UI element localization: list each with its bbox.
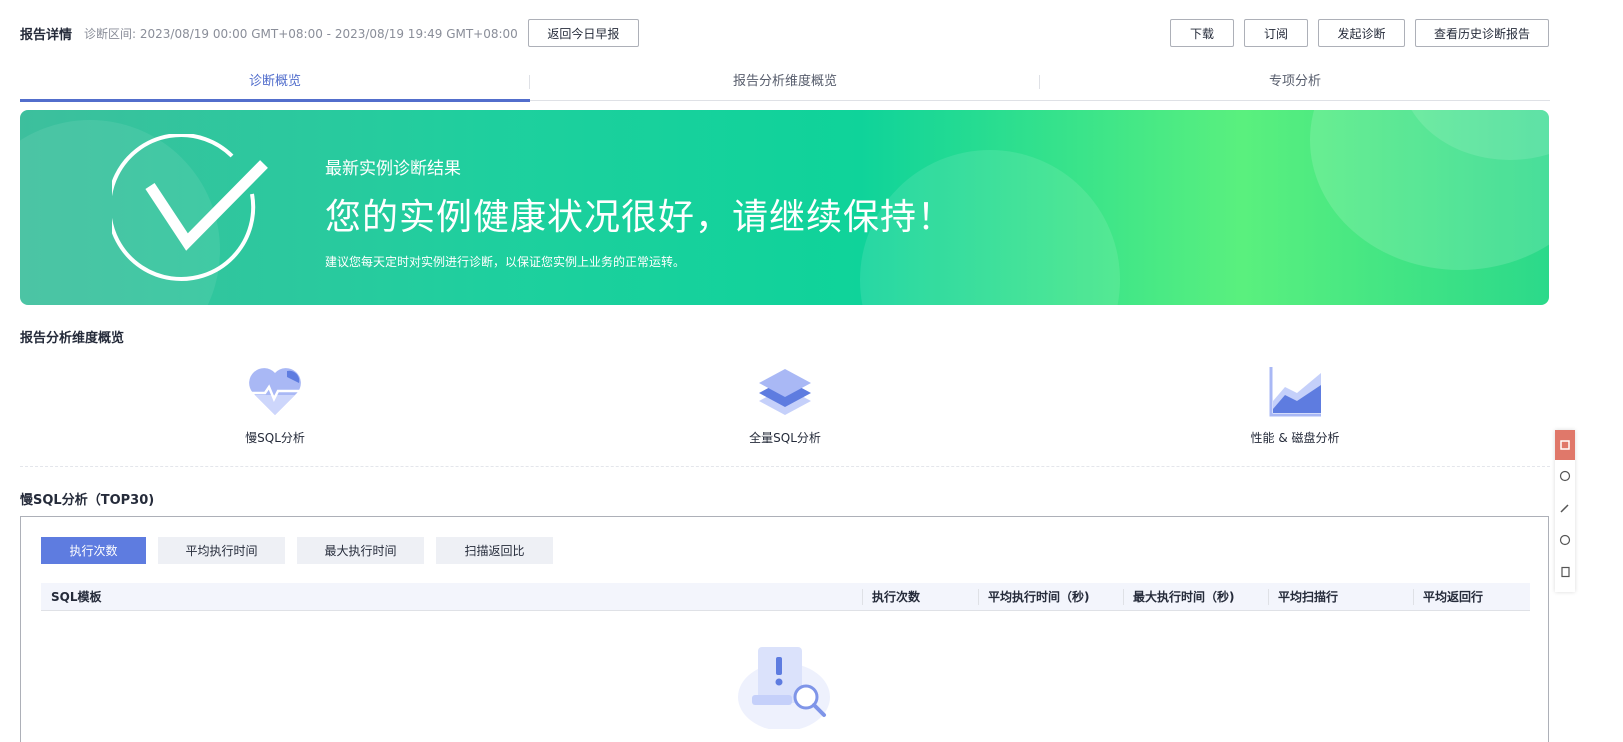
tab-label: 专项分析 xyxy=(1268,74,1321,89)
report-tabs: 诊断概览 报告分析维度概览 专项分析 xyxy=(20,64,1550,102)
empty-data-icon xyxy=(738,647,830,729)
layers-icon xyxy=(759,369,811,415)
segment-scan-return-ratio[interactable]: 扫描返回比 xyxy=(436,537,553,564)
column-avg-return-rows[interactable]: 平均返回行 xyxy=(1413,583,1530,610)
segment-max-exec-time[interactable]: 最大执行时间 xyxy=(297,537,424,564)
dimension-full-sql[interactable]: 全量SQL分析 xyxy=(530,365,1040,455)
page-title: 报告详情 xyxy=(20,27,73,43)
circle-glyph xyxy=(1559,470,1571,482)
segment-exec-count[interactable]: 执行次数 xyxy=(41,537,146,564)
column-max-exec-time[interactable]: 最大执行时间（秒) xyxy=(1123,583,1268,610)
column-avg-exec-time[interactable]: 平均执行时间（秒) xyxy=(978,583,1123,610)
report-header: 报告详情 诊断区间: 2023/08/19 00:00 GMT+08:00 - … xyxy=(20,19,1549,47)
header-actions: 下载 订阅 发起诊断 查看历史诊断报告 xyxy=(1170,19,1549,47)
slow-sql-card: 执行次数 平均执行时间 最大执行时间 扫描返回比 SQL模板 执行次数 平均执行… xyxy=(20,516,1549,742)
section-divider xyxy=(20,466,1550,467)
dimension-section-title: 报告分析维度概览 xyxy=(20,331,125,346)
edit-icon[interactable] xyxy=(1555,492,1575,524)
banner-headline: 您的实例健康状况很好，请继续保持！ xyxy=(325,197,955,238)
diagnosis-range: 诊断区间: 2023/08/19 00:00 GMT+08:00 - 2023/… xyxy=(84,26,518,41)
area-chart-icon xyxy=(1269,367,1321,417)
banner-hint: 建议您每天定时对实例进行诊断，以保证您实例上业务的正常运转。 xyxy=(325,255,686,269)
health-result-banner: 最新实例诊断结果 您的实例健康状况很好，请继续保持！ 建议您每天定时对实例进行诊… xyxy=(20,110,1549,305)
dimension-list: 慢SQL分析 全量SQL分析 性能 & 磁盘分析 xyxy=(20,365,1550,455)
download-button[interactable]: 下载 xyxy=(1170,19,1234,47)
history-reports-button[interactable]: 查看历史诊断报告 xyxy=(1415,19,1549,47)
feedback-icon[interactable] xyxy=(1555,430,1575,460)
check-circle-icon xyxy=(112,134,268,282)
tab-special-analysis[interactable]: 专项分析 xyxy=(1040,64,1550,100)
subscribe-button[interactable]: 订阅 xyxy=(1244,19,1308,47)
document-icon[interactable] xyxy=(1555,556,1575,588)
tab-diagnosis-overview[interactable]: 诊断概览 xyxy=(20,64,530,102)
segment-avg-exec-time[interactable]: 平均执行时间 xyxy=(158,537,285,564)
column-exec-count[interactable]: 执行次数 xyxy=(862,583,978,610)
heart-pulse-icon xyxy=(249,368,301,415)
pen-glyph xyxy=(1560,504,1569,513)
tab-dimension-overview[interactable]: 报告分析维度概览 xyxy=(530,64,1040,100)
slow-sql-section-title: 慢SQL分析（TOP30) xyxy=(20,493,155,508)
feedback-glyph xyxy=(1560,440,1570,450)
dimension-label: 全量SQL分析 xyxy=(749,431,821,445)
dimension-performance-disk[interactable]: 性能 & 磁盘分析 xyxy=(1040,365,1550,455)
dimension-slow-sql[interactable]: 慢SQL分析 xyxy=(20,365,530,455)
column-avg-scan-rows[interactable]: 平均扫描行 xyxy=(1268,583,1413,610)
start-diagnosis-button[interactable]: 发起诊断 xyxy=(1318,19,1405,47)
info-icon[interactable] xyxy=(1555,524,1575,556)
help-icon[interactable] xyxy=(1555,460,1575,492)
floating-toolbar xyxy=(1555,430,1575,592)
column-sql-template[interactable]: SQL模板 xyxy=(41,583,862,610)
tab-label: 报告分析维度概览 xyxy=(732,74,837,89)
report-detail-page: 报告详情 诊断区间: 2023/08/19 00:00 GMT+08:00 - … xyxy=(0,0,1623,742)
slow-sql-table-header: SQL模板 执行次数 平均执行时间（秒) 最大执行时间（秒) 平均扫描行 平均返… xyxy=(41,583,1530,611)
tab-label: 诊断概览 xyxy=(248,74,301,89)
back-to-today-report-button[interactable]: 返回今日早报 xyxy=(527,19,639,47)
circle-glyph xyxy=(1559,534,1571,546)
dimension-label: 慢SQL分析 xyxy=(245,431,305,445)
doc-glyph xyxy=(1561,566,1570,578)
sort-segment-group: 执行次数 平均执行时间 最大执行时间 扫描返回比 xyxy=(41,537,553,564)
dimension-label: 性能 & 磁盘分析 xyxy=(1250,431,1340,445)
banner-subtitle: 最新实例诊断结果 xyxy=(325,159,461,179)
